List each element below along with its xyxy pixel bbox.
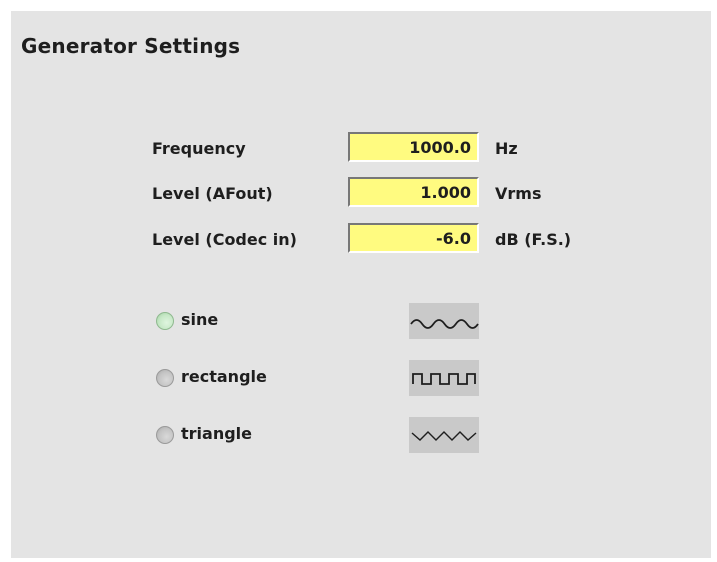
sine-wave-icon [409,303,479,339]
level-codec-row: Level (Codec in) dB (F.S.) [152,223,632,257]
waveform-label-rectangle: rectangle [181,367,267,386]
level-afout-label: Level (AFout) [152,184,273,203]
waveform-label-triangle: triangle [181,424,252,443]
frequency-row: Frequency Hz [152,132,632,166]
frequency-unit: Hz [495,139,518,158]
level-afout-input[interactable] [348,177,479,207]
frequency-label: Frequency [152,139,246,158]
level-afout-row: Level (AFout) Vrms [152,177,632,211]
triangle-wave-icon [409,417,479,453]
frequency-input[interactable] [348,132,479,162]
level-codec-label: Level (Codec in) [152,230,297,249]
radio-unselected-icon[interactable] [156,426,174,444]
level-codec-unit: dB (F.S.) [495,230,572,249]
panel-title: Generator Settings [21,34,241,58]
waveform-option-sine[interactable]: sine [155,303,485,339]
level-afout-unit: Vrms [495,184,542,203]
radio-selected-icon[interactable] [156,312,174,330]
generator-settings-panel: Generator Settings Frequency Hz Level (A… [11,11,711,558]
level-codec-input[interactable] [348,223,479,253]
waveform-option-triangle[interactable]: triangle [155,417,485,453]
waveform-label-sine: sine [181,310,219,329]
square-wave-icon [409,360,479,396]
waveform-option-rectangle[interactable]: rectangle [155,360,485,396]
radio-unselected-icon[interactable] [156,369,174,387]
